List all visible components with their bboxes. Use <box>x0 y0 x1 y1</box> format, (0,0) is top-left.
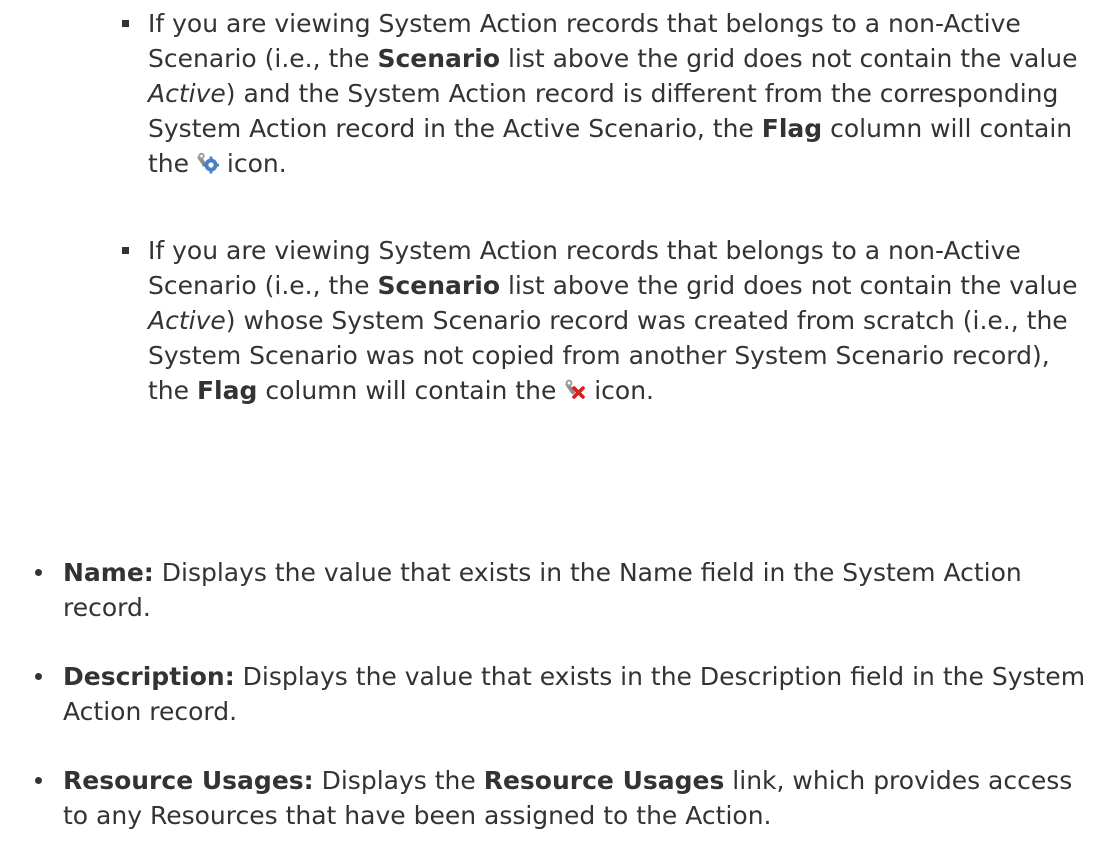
list-item-description: Description: Displays the value that exi… <box>35 659 1103 729</box>
list-item-name: Name: Displays the value that exists in … <box>35 555 1103 625</box>
item-text: column will contain the <box>257 376 565 405</box>
active-term: Active <box>148 306 226 335</box>
resource-usages-link-name: Resource Usages <box>483 766 725 795</box>
flag-icon-sub-list: If you are viewing System Action records… <box>122 6 1098 408</box>
round-bullet <box>35 777 42 784</box>
round-bullet <box>35 569 42 576</box>
sub-list-item-modified: If you are viewing System Action records… <box>122 6 1098 181</box>
item-text: Displays the value that exists in the Na… <box>63 558 1022 622</box>
active-term: Active <box>148 79 226 108</box>
scenario-term: Scenario <box>377 44 500 73</box>
square-bullet <box>122 247 129 254</box>
item-text: list above the grid does not contain the… <box>500 44 1078 73</box>
sub-list-item-scratch: If you are viewing System Action records… <box>122 233 1098 408</box>
item-text: icon. <box>586 376 655 405</box>
resource-usages-term: Resource Usages: <box>63 766 314 795</box>
scenario-term: Scenario <box>377 271 500 300</box>
flag-term: Flag <box>761 114 823 143</box>
square-bullet <box>122 20 129 27</box>
name-term: Name: <box>63 558 154 587</box>
round-bullet <box>35 673 42 680</box>
flag-term: Flag <box>196 376 258 405</box>
item-text: list above the grid does not contain the… <box>500 271 1078 300</box>
item-text: Displays the <box>313 766 484 795</box>
field-description-list: Name: Displays the value that exists in … <box>35 555 1103 833</box>
item-text: icon. <box>218 149 287 178</box>
gear-modified-icon <box>197 152 219 174</box>
wrench-red-x-icon <box>564 379 586 401</box>
list-item-resource-usages: Resource Usages: Displays the Resource U… <box>35 763 1103 833</box>
description-term: Description: <box>63 662 235 691</box>
